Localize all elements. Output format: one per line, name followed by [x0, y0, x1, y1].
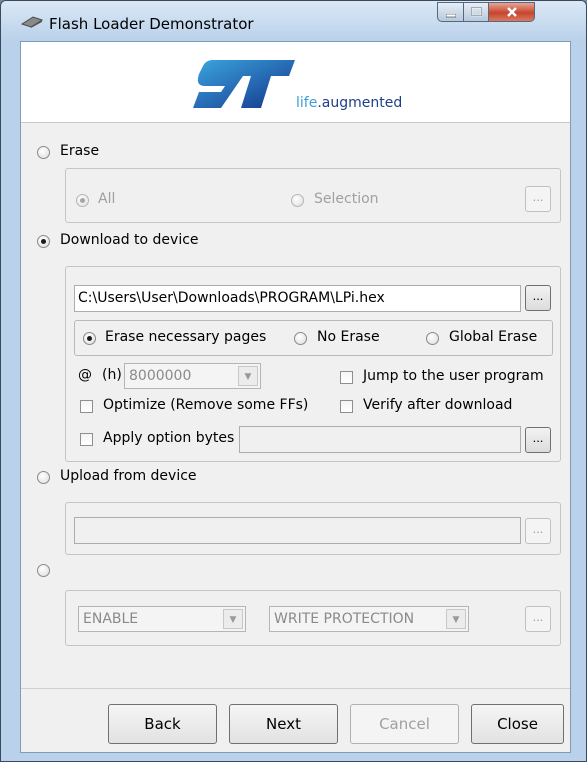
upload-radio[interactable] [37, 471, 50, 484]
verify-after-download-checkbox[interactable] [340, 400, 353, 413]
protection-type-combo[interactable]: WRITE PROTECTION ▼ [269, 606, 469, 632]
title-bar[interactable]: Flash Loader Demonstrator [1, 1, 586, 41]
close-button[interactable]: Close [471, 704, 564, 744]
st-banner: life.augmented [21, 42, 570, 123]
address-hex-label: (h) [102, 367, 122, 383]
upload-label: Upload from device [60, 468, 197, 484]
close-window-button[interactable] [488, 2, 535, 22]
protection-radio[interactable] [37, 564, 50, 577]
optimize-checkbox[interactable] [80, 400, 93, 413]
protection-type-value: WRITE PROTECTION [274, 611, 415, 627]
upload-to-file-group: ... [65, 502, 561, 555]
back-button[interactable]: Back [108, 704, 217, 744]
protection-browse-button[interactable]: ... [525, 606, 551, 632]
st-logo [191, 58, 297, 115]
erase-label: Erase [60, 143, 100, 159]
verify-after-download-label: Verify after download [363, 397, 513, 413]
erase-all-label: All [98, 191, 116, 207]
download-file-path-field[interactable]: C:\Users\User\Downloads\PROGRAM\LPi.hex [74, 285, 521, 312]
chevron-down-icon[interactable]: ▼ [446, 609, 466, 629]
apply-option-bytes-checkbox[interactable] [80, 433, 93, 446]
close-icon [507, 7, 517, 17]
address-combo[interactable]: 8000000 ▼ [124, 363, 261, 389]
option-bytes-browse-button[interactable]: ... [525, 427, 551, 453]
cancel-button[interactable]: Cancel [350, 704, 459, 744]
main-window: Flash Loader Demonstrator life.augmented… [0, 0, 587, 762]
option-bytes-field[interactable] [239, 426, 521, 453]
no-erase-label: No Erase [317, 329, 380, 345]
upload-file-browse-button[interactable]: ... [525, 518, 551, 544]
erase-necessary-pages-label: Erase necessary pages [105, 329, 267, 345]
chevron-down-icon[interactable]: ▼ [238, 366, 258, 386]
erase-necessary-pages-radio[interactable] [83, 332, 96, 345]
download-label: Download to device [60, 232, 199, 248]
next-button[interactable]: Next [229, 704, 338, 744]
address-value: 8000000 [129, 368, 192, 384]
enable-combo[interactable]: ENABLE ▼ [78, 606, 246, 632]
flash-loader-app-icon [20, 15, 44, 33]
erase-selection-radio[interactable] [291, 194, 304, 207]
erase-radio[interactable] [37, 146, 50, 159]
window-title: Flash Loader Demonstrator [49, 15, 254, 33]
jump-to-user-program-checkbox[interactable] [340, 371, 353, 384]
jump-to-user-program-label: Jump to the user program [363, 368, 544, 384]
chevron-down-icon[interactable]: ▼ [223, 609, 243, 629]
apply-option-bytes-label: Apply option bytes [103, 430, 235, 446]
global-erase-label: Global Erase [449, 329, 538, 345]
erase-mode-group: Erase necessary pages No Erase Global Er… [74, 320, 553, 356]
download-file-browse-button[interactable]: ... [525, 285, 551, 311]
optimize-label: Optimize (Remove some FFs) [103, 397, 309, 413]
upload-file-path-field[interactable] [74, 517, 521, 544]
address-at-label: @ [78, 367, 92, 383]
erase-all-radio[interactable] [76, 194, 89, 207]
erase-selection-browse-button[interactable]: ... [525, 186, 551, 212]
download-radio[interactable] [37, 235, 50, 248]
no-erase-radio[interactable] [294, 332, 307, 345]
minimize-button[interactable] [437, 2, 464, 22]
maximize-button[interactable] [463, 2, 489, 22]
protection-group: ENABLE ▼ WRITE PROTECTION ▼ ... [65, 590, 561, 646]
st-tagline: life.augmented [296, 95, 403, 111]
erase-options-group: All Selection ... [65, 168, 561, 223]
wizard-page: life.augmented Erase All Selection ... D… [20, 41, 571, 753]
download-from-file-group: C:\Users\User\Downloads\PROGRAM\LPi.hex … [65, 266, 561, 462]
erase-selection-label: Selection [314, 191, 379, 207]
global-erase-radio[interactable] [426, 332, 439, 345]
enable-value: ENABLE [83, 611, 139, 627]
footer-divider [21, 688, 570, 689]
